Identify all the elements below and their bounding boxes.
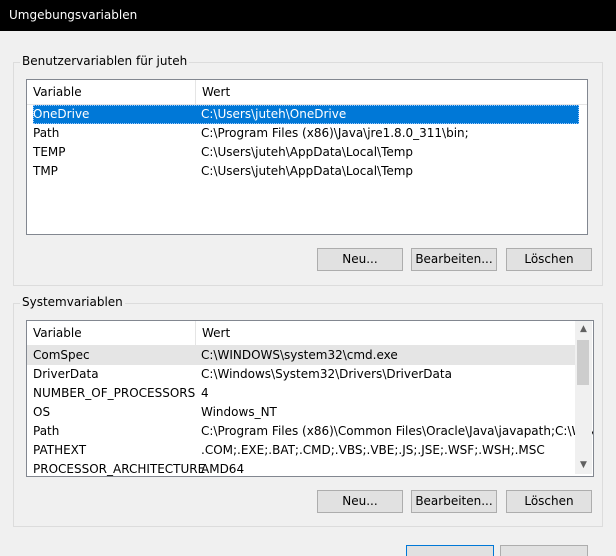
variable-name: TMP: [33, 164, 58, 178]
table-row[interactable]: ComSpec C:\WINDOWS\system32\cmd.exe: [27, 346, 575, 365]
system-new-button[interactable]: Neu...: [317, 490, 403, 513]
variable-name: OneDrive: [33, 107, 90, 121]
scroll-thumb[interactable]: [577, 340, 589, 385]
variable-name: NUMBER_OF_PROCESSORS: [33, 386, 196, 400]
title-bar[interactable]: Umgebungsvariablen: [0, 0, 616, 31]
system-edit-button[interactable]: Bearbeiten...: [411, 490, 497, 513]
variable-value: C:\WINDOWS\system32\cmd.exe: [201, 348, 398, 362]
system-delete-button[interactable]: Löschen: [506, 490, 592, 513]
variable-name: TEMP: [33, 145, 66, 159]
table-row[interactable]: Path C:\Program Files (x86)\Common Files…: [27, 422, 593, 441]
table-row[interactable]: OS Windows_NT: [27, 403, 575, 422]
table-row[interactable]: DriverData C:\Windows\System32\Drivers\D…: [27, 365, 575, 384]
variable-value: C:\Users\juteh\AppData\Local\Temp: [201, 145, 414, 159]
variable-value: Windows_NT: [201, 405, 277, 419]
variable-name: PROCESSOR_ARCHITECTURE: [33, 462, 206, 476]
column-header-variable[interactable]: Variable: [27, 80, 197, 104]
variable-value: .COM;.EXE;.BAT;.CMD;.VBS;.VBE;.JS;.JSE;.…: [201, 443, 545, 457]
user-new-button[interactable]: Neu...: [317, 248, 403, 271]
variable-value: AMD64: [201, 462, 245, 476]
table-row[interactable]: OneDrive C:\Users\juteh\OneDrive: [33, 105, 579, 124]
column-header-value[interactable]: Wert: [196, 321, 566, 345]
table-row[interactable]: NUMBER_OF_PROCESSORS 4: [27, 384, 575, 403]
table-row[interactable]: PROCESSOR_ARCHITECTURE AMD64: [27, 460, 575, 476]
table-row[interactable]: TMP C:\Users\juteh\AppData\Local\Temp: [27, 162, 573, 181]
user-edit-button[interactable]: Bearbeiten...: [411, 248, 497, 271]
scroll-down-icon[interactable]: ▼: [575, 457, 592, 474]
variable-name: DriverData: [33, 367, 99, 381]
variable-name: Path: [33, 126, 60, 140]
cancel-button[interactable]: [500, 545, 588, 556]
variable-value: C:\Program Files (x86)\Common Files\Orac…: [201, 424, 594, 438]
column-header-variable[interactable]: Variable: [27, 321, 197, 345]
table-row[interactable]: Path C:\Program Files (x86)\Java\jre1.8.…: [27, 124, 573, 143]
variable-name: OS: [33, 405, 51, 419]
variable-name: PATHEXT: [33, 443, 87, 457]
table-row[interactable]: PATHEXT .COM;.EXE;.BAT;.CMD;.VBS;.VBE;.J…: [27, 441, 575, 460]
variable-value: C:\Program Files (x86)\Java\jre1.8.0_311…: [201, 126, 469, 140]
variable-value: C:\Users\juteh\OneDrive: [201, 107, 347, 121]
variable-name: Path: [33, 424, 60, 438]
variable-value: 4: [201, 386, 209, 400]
user-list-header: Variable Wert: [27, 80, 587, 105]
window-title: Umgebungsvariablen: [9, 8, 138, 22]
table-row[interactable]: TEMP C:\Users\juteh\AppData\Local\Temp: [27, 143, 573, 162]
column-header-value[interactable]: Wert: [196, 80, 576, 104]
system-variables-list[interactable]: Variable Wert ComSpec C:\WINDOWS\system3…: [26, 320, 594, 477]
system-variables-group-label: Systemvariablen: [20, 295, 125, 309]
variable-value: C:\Windows\System32\Drivers\DriverData: [201, 367, 452, 381]
user-variables-list[interactable]: Variable Wert OneDrive C:\Users\juteh\On…: [26, 79, 588, 235]
variable-value: C:\Users\juteh\AppData\Local\Temp: [201, 164, 414, 178]
user-delete-button[interactable]: Löschen: [506, 248, 592, 271]
variable-name: ComSpec: [33, 348, 90, 362]
vertical-scrollbar[interactable]: ▲ ▼: [575, 321, 592, 474]
ok-button[interactable]: [406, 545, 494, 556]
scroll-up-icon[interactable]: ▲: [575, 321, 592, 338]
system-list-header: Variable Wert: [27, 321, 575, 346]
user-variables-group-label: Benutzervariablen für juteh: [20, 54, 190, 68]
